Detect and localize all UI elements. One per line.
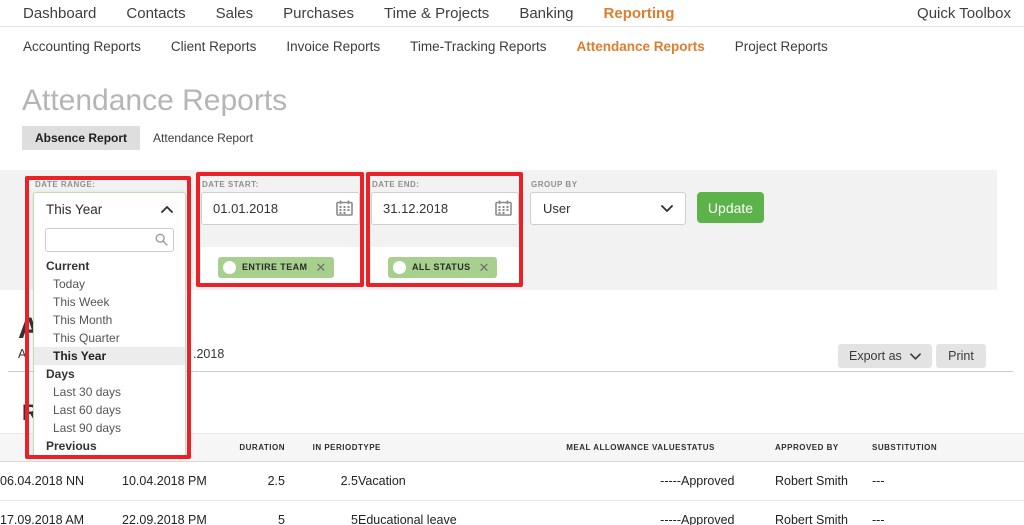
col-approved-by: APPROVED BY [775,433,872,462]
print-button[interactable]: Print [936,344,986,368]
report-tabs: Absence Report Attendance Report [22,126,266,150]
cell-substitution: --- [872,500,1024,525]
table-row: 17.09.2018 AM 22.09.2018 PM 5 5 Educatio… [0,500,1024,525]
absence-section-subheading-fragment-right: .2018 [193,347,225,361]
cell-approved-by: Robert Smith [775,500,872,525]
nav-quick-toolbox[interactable]: Quick Toolbox [917,5,1024,22]
option-this-year-selected[interactable]: This Year [34,347,185,365]
option-yesterday[interactable]: Yesterday [34,455,185,456]
page-title: Attendance Reports [22,84,288,117]
subnav-invoice-reports[interactable]: Invoice Reports [286,39,380,54]
date-range-dropdown: This Year Current Today This Week This M… [33,192,186,457]
date-start-label: DATE START: [202,180,259,189]
entire-team-tag[interactable]: ENTIRE TEAM ✕ [218,256,335,278]
group-by-select[interactable]: User [530,192,686,225]
option-group-days: Days [46,367,75,381]
cell-from: 17.09.2018 AM [0,500,122,525]
subnav-accounting-reports[interactable]: Accounting Reports [23,39,141,54]
option-this-week[interactable]: This Week [34,293,185,311]
date-range-label: DATE RANGE: [35,180,96,189]
nav-reporting[interactable]: Reporting [604,5,675,22]
top-navigation: Dashboard Contacts Sales Purchases Time … [0,0,1024,27]
reporting-subnav: Accounting Reports Client Reports Invoic… [0,28,1024,64]
cell-type: Vacation [358,461,560,501]
date-range-options: Current Today This Week This Month This … [34,257,185,456]
app-screen: Dashboard Contacts Sales Purchases Time … [0,0,1024,525]
cell-to: 10.04.2018 PM [122,461,215,501]
subnav-project-reports[interactable]: Project Reports [735,39,828,54]
cell-meal-allowance-value: ----- [560,500,681,525]
cell-substitution: --- [872,461,1024,501]
col-duration: DURATION [215,433,285,462]
cell-duration: 2.5 [215,461,285,501]
col-type: TYPE [358,433,560,462]
date-range-value: This Year [46,201,103,217]
option-last-90-days[interactable]: Last 90 days [34,419,185,437]
cell-to: 22.09.2018 PM [122,500,215,525]
cell-type: Educational leave [358,500,560,525]
tag-label: ENTIRE TEAM [242,262,308,272]
group-by-label: GROUP BY [531,180,578,189]
cell-meal-allowance-value: ----- [560,461,681,501]
group-by-value: User [543,201,571,216]
option-last-30-days[interactable]: Last 30 days [34,383,185,401]
date-end-label: DATE END: [372,180,420,189]
status-filter-box: ALL STATUS ✕ [371,247,519,287]
cell-in-period: 2.5 [285,461,358,501]
date-range-search [45,228,174,252]
nav-sales[interactable]: Sales [216,5,254,22]
table-row: 06.04.2018 NN 10.04.2018 PM 2.5 2.5 Vaca… [0,461,1024,501]
calendar-icon[interactable] [495,200,512,216]
subnav-client-reports[interactable]: Client Reports [171,39,257,54]
team-filter-box: ENTIRE TEAM ✕ [201,247,360,287]
cell-duration: 5 [215,500,285,525]
remove-tag-icon[interactable]: ✕ [315,261,326,274]
chevron-down-icon [909,352,921,360]
nav-purchases[interactable]: Purchases [283,5,354,22]
col-in-period: IN PERIOD [285,433,358,462]
date-range-search-input[interactable] [46,229,173,251]
cell-approved-by: Robert Smith [775,461,872,501]
nav-contacts[interactable]: Contacts [126,5,185,22]
col-status: STATUS [681,433,775,462]
subnav-time-tracking-reports[interactable]: Time-Tracking Reports [410,39,546,54]
tab-absence-report[interactable]: Absence Report [22,126,141,150]
tag-label: ALL STATUS [412,262,471,272]
option-today[interactable]: Today [34,275,185,293]
tag-dot-icon [223,260,236,274]
remove-tag-icon[interactable]: ✕ [479,261,490,274]
col-meal-allowance-value: MEAL ALLOWANCE VALUE [560,433,681,462]
absence-section-subheading-fragment-left: Al [18,347,30,361]
export-as-button[interactable]: Export as [838,344,932,368]
option-last-60-days[interactable]: Last 60 days [34,401,185,419]
calendar-icon[interactable] [336,200,353,216]
option-group-current: Current [46,259,90,273]
option-this-month[interactable]: This Month [34,311,185,329]
cell-status: Approved [681,461,775,501]
nav-dashboard[interactable]: Dashboard [23,5,96,22]
option-this-quarter[interactable]: This Quarter [34,329,185,347]
date-range-select[interactable]: This Year [34,193,185,225]
chevron-up-icon [161,205,173,213]
option-group-previous: Previous [46,439,97,453]
col-substitution: SUBSTITUTION [872,433,1024,462]
subnav-attendance-reports[interactable]: Attendance Reports [576,39,704,54]
cell-in-period: 5 [285,500,358,525]
cell-status: Approved [681,500,775,525]
tag-dot-icon [393,260,406,274]
nav-banking[interactable]: Banking [519,5,573,22]
export-as-label: Export as [849,349,902,363]
cell-from: 06.04.2018 NN [0,461,122,501]
tab-attendance-report[interactable]: Attendance Report [140,126,266,150]
nav-time-projects[interactable]: Time & Projects [384,5,489,22]
update-button[interactable]: Update [697,192,764,223]
search-icon [155,233,168,246]
chevron-down-icon [661,205,673,212]
print-label: Print [948,349,974,363]
all-status-tag[interactable]: ALL STATUS ✕ [388,256,498,278]
